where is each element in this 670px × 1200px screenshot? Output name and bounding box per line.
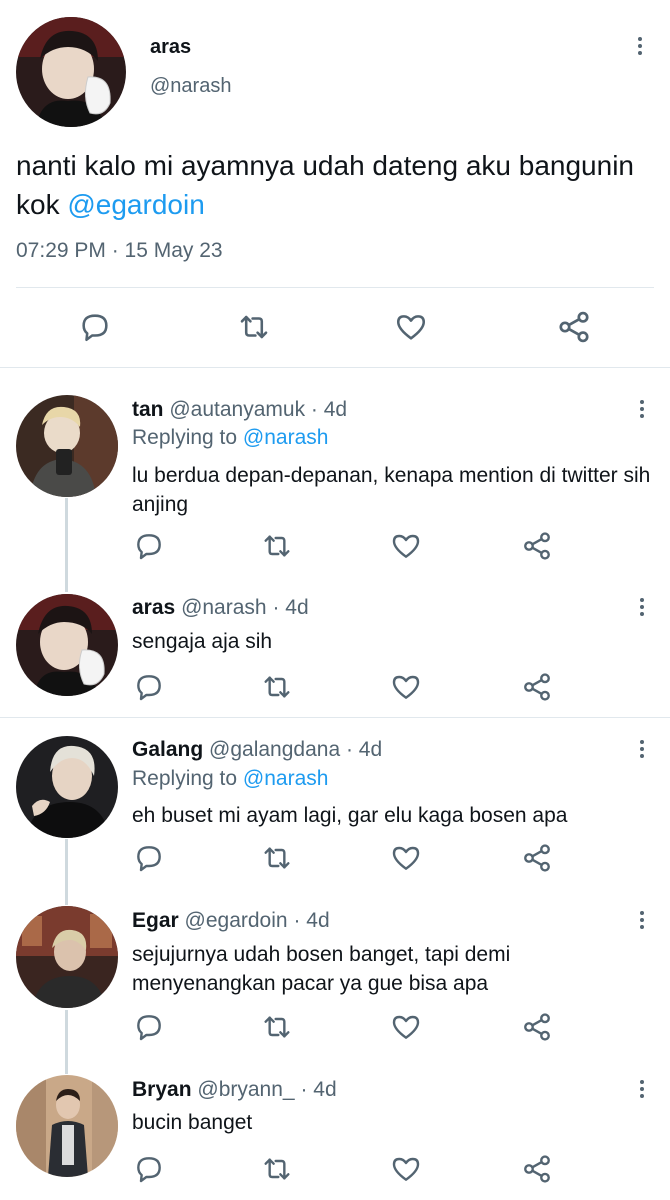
reply-avatar[interactable]	[16, 906, 118, 1008]
main-share-icon[interactable]	[556, 309, 592, 345]
reply-handle[interactable]: @egardoin	[185, 909, 288, 932]
reply-display-name[interactable]: aras	[132, 596, 175, 619]
reply-text: sengaja aja sih	[132, 630, 273, 653]
section-divider	[0, 367, 670, 368]
main-tweet-display-name[interactable]: aras	[150, 36, 191, 59]
like-icon[interactable]	[389, 842, 423, 874]
reply-text: sejujurnya udah bosen banget, tapi demi …	[132, 943, 511, 995]
like-icon[interactable]	[389, 671, 423, 703]
reply-more-icon[interactable]	[638, 738, 646, 762]
thread-line	[65, 498, 68, 592]
replying-to-label: Replying to	[132, 767, 238, 790]
reply-header: tan @autanyamuk · 4d	[132, 398, 347, 422]
share-icon[interactable]	[521, 1011, 553, 1043]
retweet-icon[interactable]	[259, 1153, 295, 1185]
share-icon[interactable]	[521, 1153, 553, 1185]
retweet-icon[interactable]	[259, 1011, 295, 1043]
reply-more-icon[interactable]	[638, 596, 646, 620]
like-icon[interactable]	[389, 530, 423, 562]
reply-icon[interactable]	[133, 671, 165, 703]
reply-handle[interactable]: @autanyamuk	[169, 398, 305, 421]
reply-icon[interactable]	[133, 1011, 165, 1043]
main-tweet-avatar[interactable]	[16, 17, 126, 127]
reply-header: Egar @egardoin · 4d	[132, 909, 330, 933]
reply-display-name[interactable]: Galang	[132, 738, 203, 761]
main-tweet-more-icon[interactable]	[636, 35, 644, 59]
section-divider	[0, 717, 670, 718]
reply-more-icon[interactable]	[638, 1078, 646, 1102]
main-reply-icon[interactable]	[78, 310, 112, 344]
replying-to-line: Replying to @narash	[132, 426, 328, 450]
reply-avatar[interactable]	[16, 736, 118, 838]
reply-icon[interactable]	[133, 842, 165, 874]
reply-avatar[interactable]	[16, 1075, 118, 1177]
reply-text: lu berdua depan-depanan, kenapa mention …	[132, 464, 651, 516]
like-icon[interactable]	[389, 1011, 423, 1043]
reply-icon[interactable]	[133, 1153, 165, 1185]
reply-handle[interactable]: @narash	[181, 596, 267, 619]
replying-to-link[interactable]: @narash	[243, 426, 329, 449]
reply-age[interactable]: · 4d	[300, 1078, 336, 1101]
share-icon[interactable]	[521, 842, 553, 874]
reply-header: Galang @galangdana · 4d	[132, 738, 382, 762]
reply-text: bucin banget	[132, 1111, 253, 1134]
reply-more-icon[interactable]	[638, 398, 646, 422]
reply-handle[interactable]: @galangdana	[209, 738, 340, 761]
reply-age[interactable]: · 4d	[311, 398, 347, 421]
main-tweet-mention-link[interactable]: @egardoin	[67, 189, 204, 220]
main-tweet-handle[interactable]: @narash	[150, 75, 231, 98]
thread-line	[65, 839, 68, 905]
reply-age[interactable]: · 4d	[272, 596, 308, 619]
reply-avatar[interactable]	[16, 395, 118, 497]
reply-text: eh buset mi ayam lagi, gar elu kaga bose…	[132, 804, 568, 827]
reply-header: aras @narash · 4d	[132, 596, 309, 620]
like-icon[interactable]	[389, 1153, 423, 1185]
retweet-icon[interactable]	[259, 530, 295, 562]
retweet-icon[interactable]	[259, 671, 295, 703]
main-tweet-text: nanti kalo mi ayamnya udah dateng aku ba…	[16, 146, 656, 224]
reply-icon[interactable]	[133, 530, 165, 562]
replying-to-line: Replying to @narash	[132, 767, 328, 791]
reply-avatar[interactable]	[16, 594, 118, 696]
retweet-icon[interactable]	[259, 842, 295, 874]
reply-header: Bryan @bryann_ · 4d	[132, 1078, 337, 1102]
reply-handle[interactable]: @bryann_	[197, 1078, 294, 1101]
reply-display-name[interactable]: Egar	[132, 909, 179, 932]
reply-age[interactable]: · 4d	[346, 738, 382, 761]
replying-to-label: Replying to	[132, 426, 238, 449]
reply-display-name[interactable]: tan	[132, 398, 164, 421]
main-like-icon[interactable]	[393, 310, 429, 344]
main-tweet-timestamp[interactable]: 07:29 PM · 15 May 23	[16, 239, 223, 263]
replying-to-link[interactable]: @narash	[243, 767, 329, 790]
share-icon[interactable]	[521, 530, 553, 562]
reply-display-name[interactable]: Bryan	[132, 1078, 192, 1101]
reply-age[interactable]: · 4d	[293, 909, 329, 932]
main-retweet-icon[interactable]	[235, 310, 273, 344]
share-icon[interactable]	[521, 671, 553, 703]
main-tweet-divider	[16, 287, 654, 288]
reply-more-icon[interactable]	[638, 909, 646, 933]
thread-line	[65, 1010, 68, 1074]
